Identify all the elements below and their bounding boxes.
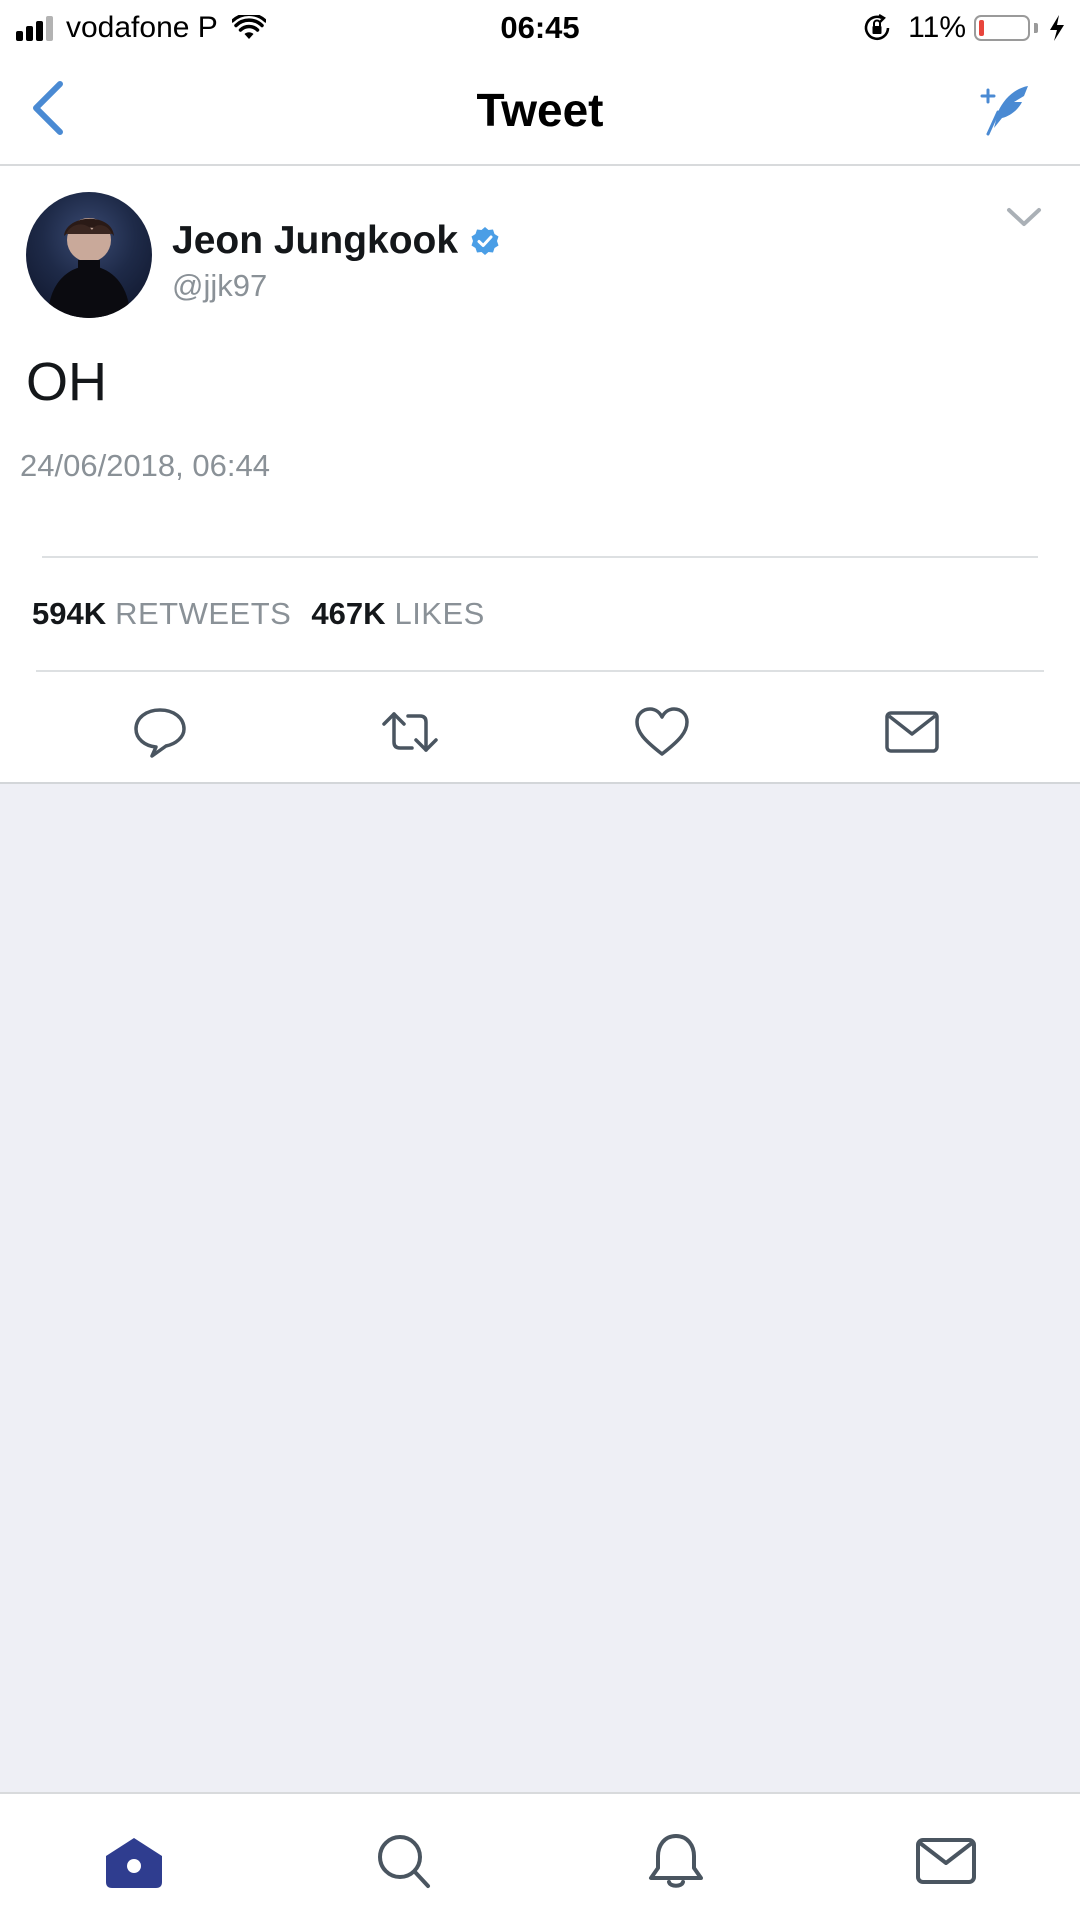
verified-badge-icon bbox=[471, 227, 499, 255]
battery-percentage: 11% bbox=[908, 11, 966, 44]
retweet-icon[interactable] bbox=[380, 702, 440, 762]
retweets-stat[interactable]: 594K RETWEETS bbox=[32, 594, 291, 634]
charging-bolt-icon bbox=[1050, 15, 1064, 41]
tweet-timestamp: 24/06/2018, 06:44 bbox=[20, 448, 270, 483]
page-title: Tweet bbox=[476, 84, 604, 136]
author-name[interactable]: Jeon Jungkook bbox=[172, 218, 500, 264]
empty-replies-area bbox=[0, 784, 1080, 1792]
retweets-label: RETWEETS bbox=[115, 596, 292, 631]
reply-icon[interactable] bbox=[130, 702, 190, 762]
home-icon[interactable] bbox=[102, 1832, 166, 1890]
battery-terminal bbox=[1034, 23, 1038, 33]
navigation-bar: Tweet bbox=[0, 54, 1080, 166]
tab-bar bbox=[0, 1792, 1080, 1920]
battery-level-fill bbox=[979, 20, 984, 36]
chevron-down-icon[interactable] bbox=[1004, 202, 1044, 232]
avatar[interactable] bbox=[26, 192, 152, 318]
divider bbox=[42, 556, 1038, 558]
messages-icon[interactable] bbox=[914, 1832, 978, 1890]
likes-count: 467K bbox=[311, 596, 386, 631]
retweets-count: 594K bbox=[32, 596, 107, 631]
likes-label: LIKES bbox=[394, 596, 485, 631]
notifications-icon[interactable] bbox=[644, 1832, 708, 1890]
avatar-image bbox=[48, 218, 130, 318]
tweet-detail-screen: vodafone P 06:45 11% Tweet Jeon Jungkook… bbox=[0, 0, 1080, 1920]
author-name-text: Jeon Jungkook bbox=[172, 219, 459, 262]
like-icon[interactable] bbox=[632, 702, 692, 762]
tweet-detail: Jeon Jungkook @jjk97 OH 24/06/2018, 06:4… bbox=[0, 166, 1080, 784]
divider bbox=[36, 670, 1044, 672]
search-icon[interactable] bbox=[372, 1832, 436, 1890]
compose-tweet-icon[interactable] bbox=[976, 80, 1036, 140]
tweet-text: OH bbox=[26, 352, 107, 412]
status-bar: vodafone P 06:45 11% bbox=[0, 0, 1080, 54]
direct-message-icon[interactable] bbox=[882, 702, 942, 762]
likes-stat[interactable]: 467K LIKES bbox=[311, 594, 485, 634]
author-handle[interactable]: @jjk97 bbox=[172, 266, 267, 306]
tweet-stats: 594K RETWEETS 467K LIKES bbox=[32, 594, 485, 634]
status-bar-right: 11% bbox=[862, 8, 1066, 48]
battery-icon bbox=[974, 15, 1030, 41]
orientation-lock-icon bbox=[864, 13, 890, 41]
